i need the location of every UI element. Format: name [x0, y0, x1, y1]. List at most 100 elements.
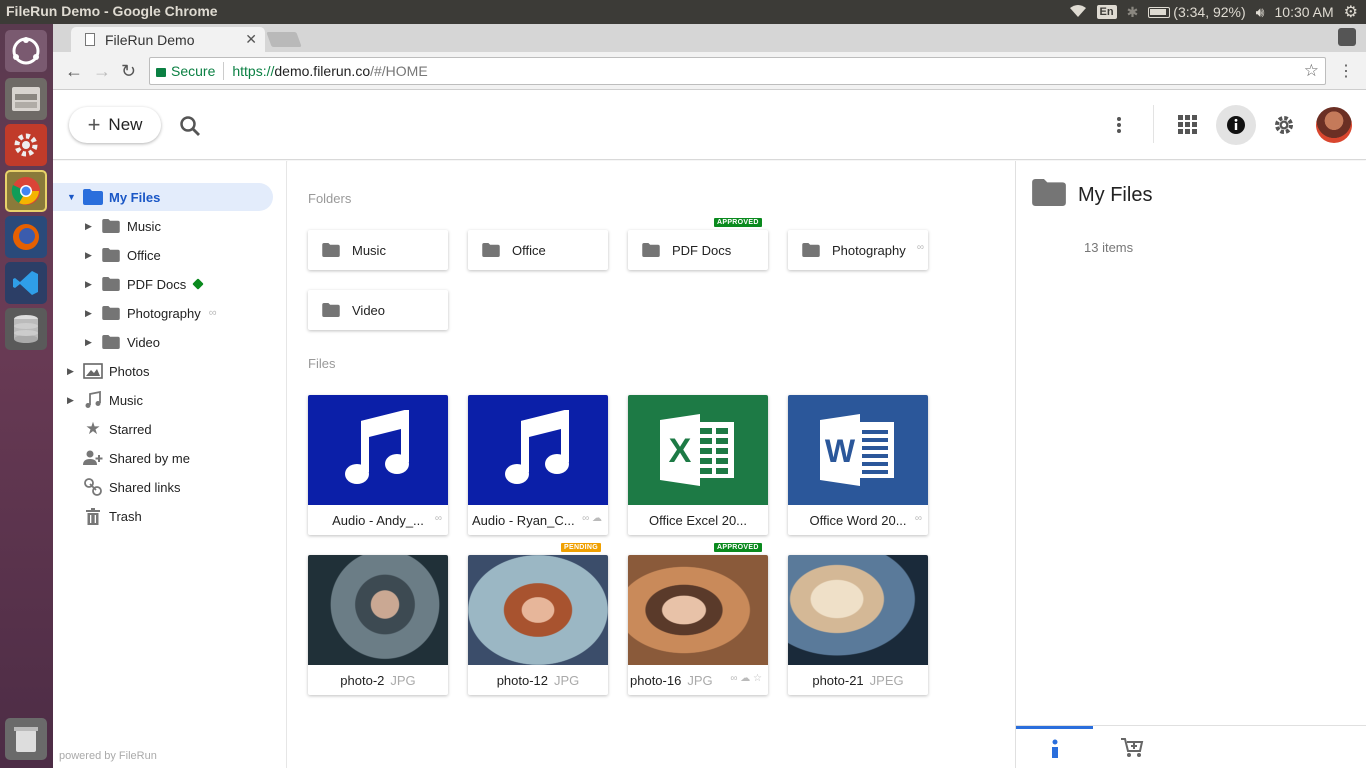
browser-tab[interactable]: FileRun Demo ✕ — [71, 27, 265, 52]
firefox-icon[interactable] — [5, 216, 47, 258]
address-bar[interactable]: Secure https:// demo.filerun.co /#/HOME … — [149, 57, 1326, 85]
reload-icon[interactable]: ↻ — [121, 61, 136, 82]
close-tab-icon[interactable]: ✕ — [245, 31, 257, 48]
expand-arrow-icon[interactable]: ▶ — [85, 337, 93, 348]
info-button[interactable] — [1216, 105, 1256, 145]
expand-arrow-icon[interactable]: ▶ — [67, 366, 75, 377]
settings-gear-icon[interactable] — [1271, 112, 1297, 138]
bluetooth-icon[interactable]: ✱ — [1127, 4, 1139, 21]
tab-cart[interactable] — [1093, 726, 1170, 768]
volume-icon[interactable]: 🔊︎ — [1256, 4, 1265, 21]
folder-card[interactable]: Music — [308, 230, 448, 270]
file-card[interactable]: photo-12 JPG — [468, 555, 608, 695]
tree-item-video-folder[interactable]: ▶ Video — [85, 328, 160, 356]
expand-arrow-icon[interactable]: ▶ — [85, 250, 93, 261]
file-card[interactable]: photo-2 JPG — [308, 555, 448, 695]
tree-item-pdf-docs-folder[interactable]: ▶ PDF Docs — [85, 270, 204, 298]
file-name-text: Office Word 20... — [809, 512, 907, 528]
secure-label: Secure — [171, 63, 216, 79]
expand-arrow-icon[interactable]: ▶ — [67, 395, 75, 406]
details-tabs — [1016, 725, 1366, 768]
vscode-icon[interactable] — [5, 262, 47, 304]
more-options-icon[interactable] — [1106, 112, 1132, 138]
tree-item-office-folder[interactable]: ▶ Office — [85, 241, 161, 269]
tree-label: Shared links — [109, 479, 181, 495]
database-app-icon[interactable] — [5, 308, 47, 350]
tree-label: PDF Docs — [127, 276, 187, 292]
tree-item-music[interactable]: ▶ Music — [67, 386, 143, 414]
chrome-icon[interactable] — [5, 170, 47, 212]
address-separator — [223, 62, 225, 80]
session-gear-icon[interactable]: ⚙ — [1344, 2, 1358, 22]
folder-name: Video — [352, 302, 386, 318]
trash-launcher-icon[interactable] — [5, 718, 47, 760]
file-name: photo-2 JPG — [308, 665, 448, 695]
file-name: Office Word 20... — [788, 505, 928, 535]
folder-icon — [83, 189, 103, 205]
file-card[interactable]: photo-21 JPEG — [788, 555, 928, 695]
ubuntu-dash-icon[interactable] — [5, 30, 47, 72]
grid-view-icon[interactable] — [1175, 112, 1201, 138]
user-avatar[interactable] — [1316, 107, 1352, 143]
word-icon: W — [820, 414, 894, 486]
folder-name: Photography — [832, 242, 906, 258]
file-name: Audio - Andy_... — [308, 505, 448, 535]
approved-badge: APPROVED — [714, 543, 762, 552]
forward-arrow-icon[interactable]: → — [93, 61, 111, 82]
files-app-icon[interactable] — [5, 78, 47, 120]
word-thumbnail: W — [788, 395, 928, 505]
folder-card[interactable]: Office — [468, 230, 608, 270]
clock[interactable]: 10:30 AM — [1275, 4, 1334, 20]
file-name-text: photo-2 — [340, 672, 385, 688]
link-icon — [83, 478, 103, 496]
file-card[interactable]: W Office Word 20... ∞ — [788, 395, 928, 535]
battery-indicator[interactable]: (3:34, 92%) — [1148, 4, 1246, 20]
tree-item-shared-links[interactable]: Shared links — [83, 473, 181, 501]
expand-arrow-icon[interactable]: ▶ — [85, 308, 93, 319]
app-header: + New — [53, 90, 1366, 160]
search-icon[interactable] — [179, 115, 201, 142]
keyboard-layout-indicator[interactable]: En — [1096, 5, 1117, 19]
bookmark-star-icon[interactable]: ☆ — [1304, 61, 1319, 81]
profile-icon[interactable] — [1338, 28, 1356, 46]
file-card[interactable]: photo-16 JPG ∞ ☁ ☆ — [628, 555, 768, 695]
tree-label: Music — [127, 218, 161, 234]
new-button[interactable]: + New — [69, 107, 161, 143]
expand-arrow-icon[interactable]: ▶ — [85, 279, 93, 290]
tree-item-starred[interactable]: ★ Starred — [83, 415, 151, 443]
tree-item-shared-by-me[interactable]: Shared by me — [83, 444, 190, 472]
expand-arrow-icon[interactable]: ▶ — [85, 221, 93, 232]
back-arrow-icon[interactable]: ← — [65, 61, 83, 82]
tree-item-music-folder[interactable]: ▶ Music — [85, 212, 161, 240]
url-path: /#/HOME — [370, 63, 428, 79]
new-tab-button[interactable] — [266, 32, 302, 47]
file-card[interactable]: X Office Excel 20... — [628, 395, 768, 535]
collapse-arrow-icon[interactable]: ▼ — [67, 192, 76, 202]
tree-item-my-files[interactable]: ▼ My Files — [53, 183, 273, 211]
folder-icon — [1032, 179, 1066, 212]
folder-card[interactable]: Photography ∞ — [788, 230, 928, 270]
add-to-cart-icon — [1120, 737, 1143, 757]
system-settings-icon[interactable] — [5, 124, 47, 166]
file-card[interactable]: Audio - Ryan_C... ∞ ☁ — [468, 395, 608, 535]
tree-item-photography-folder[interactable]: ▶ Photography ∞ — [85, 299, 217, 327]
header-divider — [1153, 105, 1154, 143]
folder-icon — [322, 303, 340, 317]
file-name: photo-12 JPG — [468, 665, 608, 695]
tree-item-trash[interactable]: Trash — [83, 502, 142, 530]
wifi-icon[interactable] — [1069, 4, 1087, 21]
folder-card[interactable]: Video — [308, 290, 448, 330]
details-title: My Files — [1032, 179, 1152, 212]
file-name-text: Office Excel 20... — [648, 512, 748, 528]
tree-label: Office — [127, 247, 161, 263]
link-icon: ∞ — [914, 513, 922, 524]
folder-card[interactable]: PDF Docs — [628, 230, 768, 270]
tree-item-photos[interactable]: ▶ Photos — [67, 357, 149, 385]
browser-menu-icon[interactable]: ⋮ — [1338, 61, 1354, 81]
secure-indicator[interactable]: Secure — [156, 63, 215, 79]
sidebar: ▼ My Files ▶ Music ▶ Office ▶ PDF Docs ▶… — [53, 161, 287, 768]
tree-label: Shared by me — [109, 450, 190, 466]
tab-info[interactable] — [1016, 726, 1093, 768]
file-card[interactable]: Audio - Andy_... ∞ — [308, 395, 448, 535]
os-top-bar: FileRun Demo - Google Chrome En ✱ (3:34,… — [0, 0, 1366, 24]
